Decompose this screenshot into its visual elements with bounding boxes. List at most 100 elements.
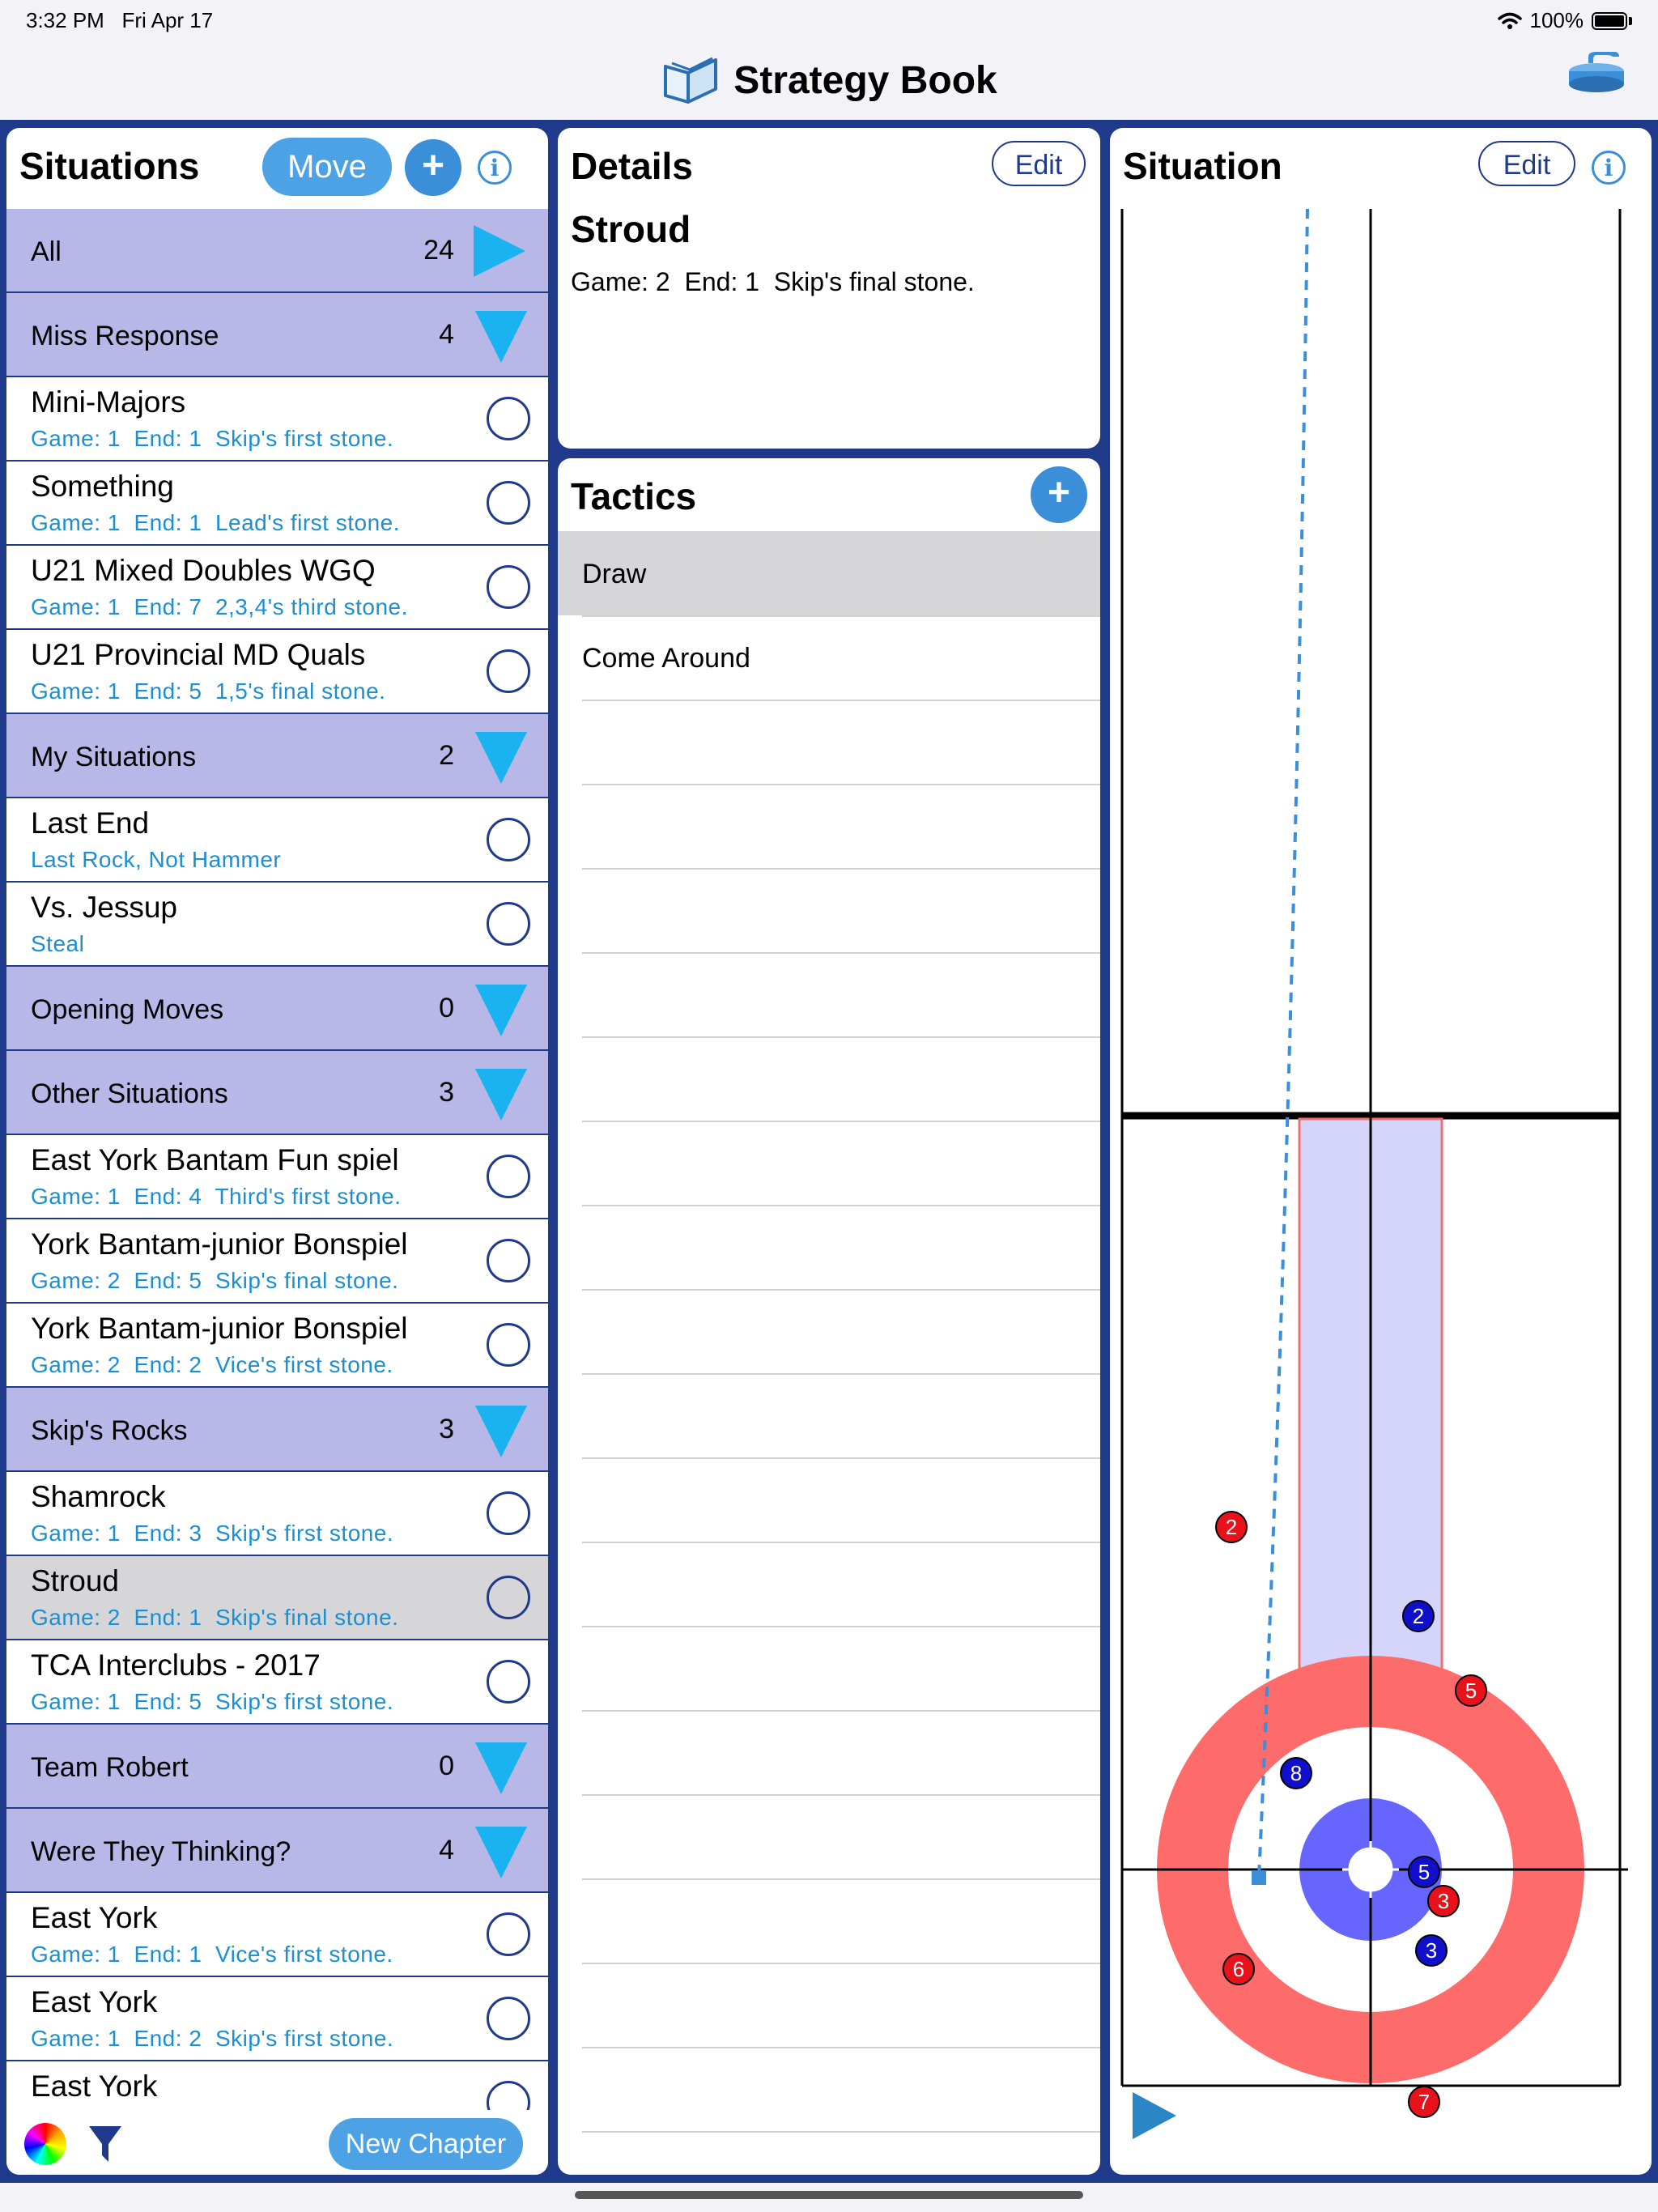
section-label: Opening Moves	[31, 994, 224, 1025]
situation-item[interactable]: U21 Provincial MD Quals Game: 1 End: 5 1,…	[6, 630, 548, 714]
select-circle-icon[interactable]	[487, 649, 530, 693]
tactic-row-separator	[582, 700, 1100, 701]
blue-stone[interactable]: 3	[1415, 1934, 1448, 1967]
section-header[interactable]: Opening Moves 0	[6, 967, 548, 1051]
red-stone[interactable]: 3	[1427, 1885, 1460, 1917]
select-circle-icon[interactable]	[487, 1239, 530, 1283]
select-circle-icon[interactable]	[487, 1323, 530, 1367]
blue-stone[interactable]: 5	[1408, 1856, 1440, 1888]
section-label: Miss Response	[31, 321, 219, 351]
section-header[interactable]: Miss Response 4	[6, 293, 548, 377]
select-circle-icon[interactable]	[487, 1997, 530, 2040]
situation-item-subtitle: Game: 1 End: 7 2,3,4's third stone.	[31, 594, 408, 619]
curling-sheet: 225853367	[1120, 209, 1628, 2139]
section-count: 2	[439, 740, 454, 771]
tactic-row-separator	[582, 615, 1100, 617]
color-wheel-icon[interactable]	[24, 2123, 66, 2165]
details-edit-button[interactable]: Edit	[992, 141, 1086, 186]
tactic-row-separator	[582, 1626, 1100, 1627]
disclosure-down-icon[interactable]	[475, 1827, 527, 1878]
disclosure-right-icon[interactable]	[474, 225, 525, 277]
situation-item-title: U21 Provincial MD Quals	[31, 638, 366, 671]
tactic-item[interactable]: Come Around	[558, 615, 1100, 700]
section-header[interactable]: Other Situations 3	[6, 1051, 548, 1135]
situation-title: Situation	[1123, 145, 1282, 187]
situation-item[interactable]: York Bantam-junior Bonspiel Game: 2 End: …	[6, 1304, 548, 1388]
section-count: 3	[439, 1077, 454, 1108]
tactic-row-separator	[582, 1373, 1100, 1375]
section-label: Were They Thinking?	[31, 1836, 291, 1867]
status-right: 100%	[1497, 8, 1632, 33]
disclosure-down-icon[interactable]	[475, 985, 527, 1036]
tactic-row-separator	[582, 1963, 1100, 1964]
situation-item[interactable]: Something Game: 1 End: 1 Lead's first sto…	[6, 462, 548, 546]
blue-stone[interactable]: 2	[1402, 1600, 1435, 1632]
section-header[interactable]: Skip's Rocks 3	[6, 1388, 548, 1472]
situation-item[interactable]: Mini-Majors Game: 1 End: 1 Skip's first s…	[6, 377, 548, 462]
situation-item-subtitle: Game: 1 End: 4 Third's first stone.	[31, 1184, 402, 1209]
situations-info-button[interactable]: i	[478, 151, 512, 185]
situation-item[interactable]: Shamrock Game: 1 End: 3 Skip's first ston…	[6, 1472, 548, 1556]
situation-item-subtitle: Game: 1 End: 1 Skip's first stone.	[31, 426, 394, 451]
disclosure-down-icon[interactable]	[475, 311, 527, 363]
red-stone[interactable]: 5	[1455, 1674, 1487, 1707]
tactic-row-separator	[582, 1457, 1100, 1459]
select-circle-icon[interactable]	[487, 1155, 530, 1198]
select-circle-icon[interactable]	[487, 1576, 530, 1619]
situation-item[interactable]: Last End Last Rock, Not Hammer	[6, 798, 548, 883]
section-header[interactable]: My Situations 2	[6, 714, 548, 798]
move-button[interactable]: Move	[262, 138, 392, 196]
situation-item[interactable]: East York Game: 1 End: 1 Vice's first sto…	[6, 1893, 548, 1977]
situation-item-subtitle: Game: 1 End: 5 Skip's first stone.	[31, 1689, 394, 1714]
situation-item-subtitle: Game: 2 End: 5 Skip's final stone.	[31, 1268, 399, 1293]
select-circle-icon[interactable]	[487, 1912, 530, 1956]
situation-info-button[interactable]: i	[1592, 151, 1626, 185]
filter-funnel-icon[interactable]	[87, 2123, 123, 2165]
section-header[interactable]: All 24	[6, 209, 548, 293]
situation-item-title: TCA Interclubs - 2017	[31, 1648, 321, 1682]
situation-item[interactable]: Vs. Jessup Steal	[6, 883, 548, 967]
disclosure-down-icon[interactable]	[475, 1069, 527, 1121]
tactic-row-separator	[582, 1794, 1100, 1796]
situations-title: Situations	[19, 145, 200, 187]
section-count: 24	[423, 235, 454, 266]
add-tactic-button[interactable]: +	[1031, 466, 1087, 523]
stone-number: 3	[1438, 1889, 1449, 1913]
section-count: 0	[439, 993, 454, 1023]
select-circle-icon[interactable]	[487, 1491, 530, 1535]
add-situation-button[interactable]: +	[405, 139, 461, 196]
situation-item[interactable]: U21 Mixed Doubles WGQ Game: 1 End: 7 2,3,…	[6, 546, 548, 630]
tactic-row-separator	[582, 1205, 1100, 1206]
tactic-item[interactable]: Draw	[558, 531, 1100, 615]
situation-item[interactable]: East York Bantam Fun spiel Game: 1 End: 4…	[6, 1135, 548, 1219]
select-circle-icon[interactable]	[487, 481, 530, 525]
situation-item-title: Mini-Majors	[31, 385, 186, 419]
situation-item[interactable]: TCA Interclubs - 2017 Game: 1 End: 5 Skip…	[6, 1640, 548, 1725]
section-header[interactable]: Team Robert 0	[6, 1725, 548, 1809]
red-stone[interactable]: 6	[1222, 1953, 1255, 1985]
select-circle-icon[interactable]	[487, 1660, 530, 1704]
situation-item[interactable]: York Bantam-junior Bonspiel Game: 2 End: …	[6, 1219, 548, 1304]
select-circle-icon[interactable]	[487, 397, 530, 440]
tactic-label: Come Around	[582, 643, 750, 674]
new-chapter-button[interactable]: New Chapter	[329, 2118, 523, 2170]
red-stone[interactable]: 7	[1408, 2086, 1440, 2118]
disclosure-down-icon[interactable]	[475, 1406, 527, 1457]
disclosure-down-icon[interactable]	[475, 732, 527, 784]
situation-item[interactable]: East York Game: 1 End: 2 Skip's first sto…	[6, 1977, 548, 2061]
battery-icon	[1592, 11, 1627, 30]
red-stone[interactable]: 2	[1215, 1511, 1248, 1543]
situation-item[interactable]: Stroud Game: 2 End: 1 Skip's final stone.	[6, 1556, 548, 1640]
tactic-row-separator	[582, 784, 1100, 785]
situation-edit-button[interactable]: Edit	[1478, 141, 1575, 186]
select-circle-icon[interactable]	[487, 902, 530, 946]
play-icon[interactable]	[1133, 2092, 1176, 2139]
curling-stone-icon[interactable]	[1564, 50, 1629, 99]
section-header[interactable]: Were They Thinking? 4	[6, 1809, 548, 1893]
select-circle-icon[interactable]	[487, 818, 530, 861]
blue-stone[interactable]: 8	[1280, 1757, 1312, 1789]
nav-bar: Strategy Book	[0, 39, 1658, 120]
select-circle-icon[interactable]	[487, 565, 530, 609]
disclosure-down-icon[interactable]	[475, 1742, 527, 1794]
trajectory-target-marker[interactable]	[1252, 1870, 1266, 1885]
